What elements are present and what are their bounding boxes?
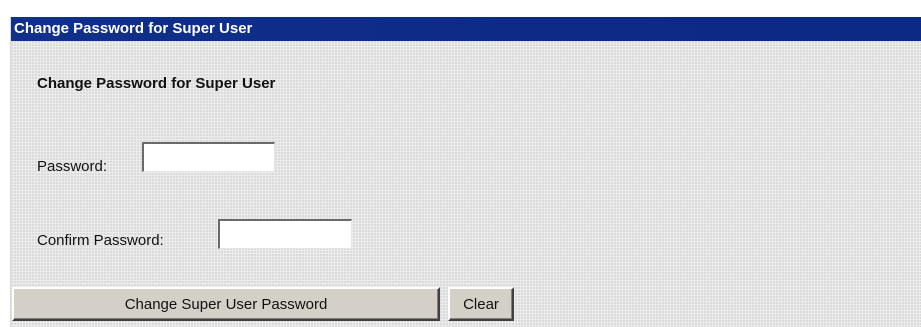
confirm-password-input[interactable] [218,219,352,249]
form-heading: Change Password for Super User [37,75,276,92]
confirm-password-label: Confirm Password: [37,232,164,249]
change-password-panel: Change Password for Super User Change Pa… [10,17,921,327]
password-label: Password: [37,158,108,175]
clear-button[interactable]: Clear [448,287,514,321]
change-super-user-password-button[interactable]: Change Super User Password [12,287,440,321]
panel-title-bar: Change Password for Super User [11,17,921,41]
password-input[interactable] [142,142,275,172]
